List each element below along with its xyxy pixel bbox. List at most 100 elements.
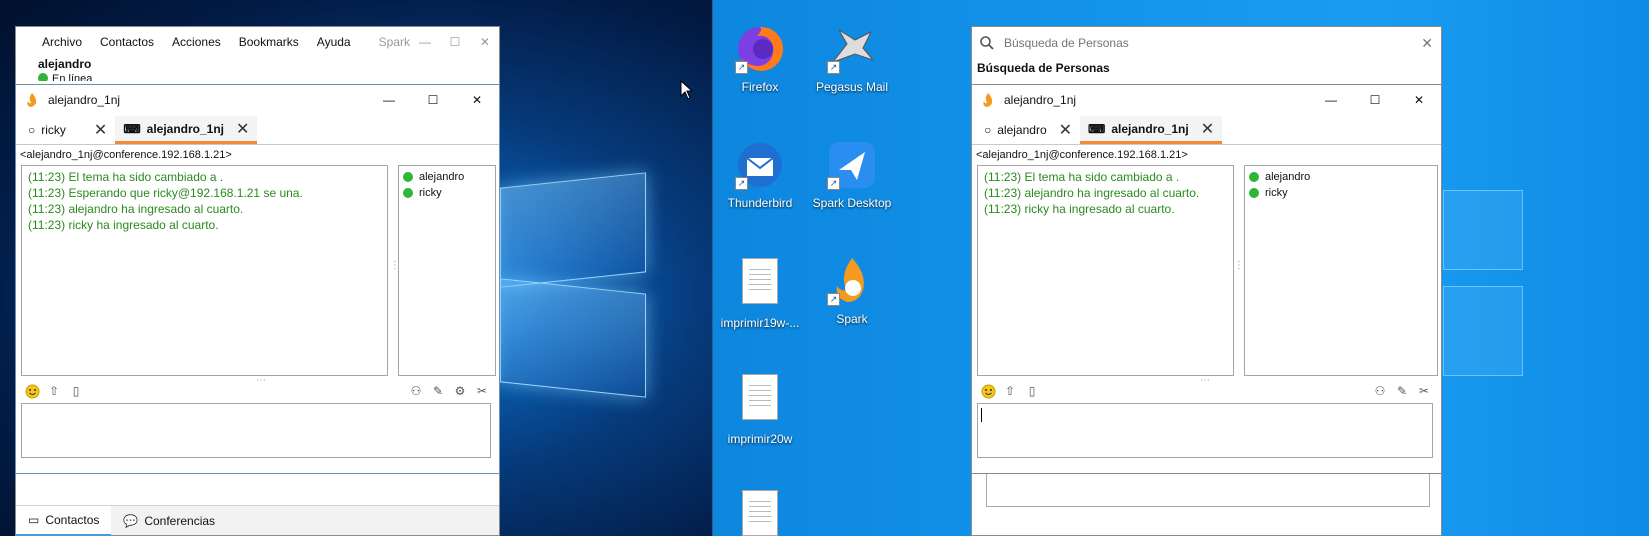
right-toolbar: ⚇ ✎ ⚙ ✂ xyxy=(408,381,490,401)
conference-icon: 💬 xyxy=(123,513,139,528)
occupant-name: alejandro xyxy=(419,171,465,183)
splitter-handle[interactable]: ⋯ xyxy=(256,375,266,386)
online-status-icon xyxy=(1249,172,1259,182)
clear-search-icon[interactable]: ✕ xyxy=(1421,35,1433,52)
offline-status-icon: ○ xyxy=(28,123,36,137)
document-icon xyxy=(733,374,787,428)
tab-label: Conferencias xyxy=(144,513,216,528)
splitter-handle[interactable]: ⋮ xyxy=(1234,260,1244,271)
right-chat-window: alejandro_1nj — ☐ ✕ ○ alejandro ✕ ⌨ alej… xyxy=(971,84,1442,474)
left-chat-window: alejandro_1nj — ☐ ✕ ○ ricky ✕ ⌨ alejandr… xyxy=(15,84,500,474)
desktop-icon-thunderbird[interactable]: ↗ Thunderbird xyxy=(715,138,805,210)
minimize-button[interactable]: — xyxy=(1309,85,1353,115)
close-tab-icon[interactable]: ✕ xyxy=(94,120,107,140)
chat-message: (11:23) alejandro ha ingresado al cuarto… xyxy=(984,186,1200,200)
occupant-name: alejandro xyxy=(1265,171,1311,183)
tab-label: alejandro_1nj xyxy=(146,121,225,136)
spark-flame-icon xyxy=(983,93,993,107)
chat-tabs: ○ alejandro ✕ ⌨ alejandro_1nj ✕ xyxy=(972,115,1441,145)
room-jid: <alejandro_1nj@conference.192.168.1.21> xyxy=(20,149,232,161)
upload-icon[interactable]: ⇧ xyxy=(46,383,62,399)
screenshot-icon[interactable]: ▯ xyxy=(1024,383,1040,399)
occupant-item[interactable]: ricky xyxy=(399,185,495,201)
menu-bookmarks[interactable]: Bookmarks xyxy=(239,35,299,49)
tab-label: alejandro xyxy=(997,123,1047,137)
spark-flame-icon xyxy=(27,93,37,107)
right-toolbar: ⚇ ✎ ✂ xyxy=(1372,381,1432,401)
firefox-icon: ↗ xyxy=(733,22,787,76)
windows-logo-pane xyxy=(1443,190,1523,270)
screenshot-icon[interactable]: ▯ xyxy=(68,383,84,399)
menu-ayuda[interactable]: Ayuda xyxy=(317,35,351,49)
disconnect-icon[interactable]: ✂ xyxy=(474,383,490,399)
occupant-item[interactable]: ricky xyxy=(1245,185,1437,201)
tab-alejandro[interactable]: ○ alejandro ✕ xyxy=(976,116,1080,144)
menu-contactos[interactable]: Contactos xyxy=(100,35,154,49)
close-tab-icon[interactable]: ✕ xyxy=(236,119,249,139)
main-bottom-tabs: ▭ Contactos 💬 Conferencias xyxy=(16,505,499,536)
minimize-button[interactable]: — xyxy=(410,27,440,57)
maximize-button[interactable]: ☐ xyxy=(411,85,455,115)
occupant-item[interactable]: alejandro xyxy=(399,169,495,185)
chat-titlebar: alejandro_1nj — ☐ ✕ xyxy=(16,85,499,115)
tab-ricky[interactable]: ○ ricky ✕ xyxy=(20,116,115,144)
window-title: alejandro_1nj xyxy=(1004,93,1077,107)
edit-subject-icon[interactable]: ✎ xyxy=(430,383,446,399)
close-button[interactable]: ✕ xyxy=(1397,85,1441,115)
occupant-item[interactable]: alejandro xyxy=(1245,169,1437,185)
invite-user-icon[interactable]: ⚇ xyxy=(1372,383,1388,399)
maximize-button[interactable]: ☐ xyxy=(1353,85,1397,115)
splitter-handle[interactable]: ⋯ xyxy=(1200,375,1210,386)
minimize-button[interactable]: — xyxy=(367,85,411,115)
emoji-icon[interactable] xyxy=(24,383,40,399)
occupant-name: ricky xyxy=(1265,187,1288,199)
close-button[interactable]: ✕ xyxy=(455,85,499,115)
settings-gear-icon[interactable]: ⚙ xyxy=(452,383,468,399)
close-tab-icon[interactable]: ✕ xyxy=(1201,119,1214,139)
occupant-list: alejandro ricky xyxy=(398,165,496,376)
tab-label: alejandro_1nj xyxy=(1111,121,1189,136)
desktop-icon-label: Firefox xyxy=(741,80,779,94)
desktop-icon-firefox[interactable]: ↗ Firefox xyxy=(715,22,805,94)
message-input[interactable] xyxy=(977,403,1433,458)
room-jid: <alejandro_1nj@conference.192.168.1.21> xyxy=(976,149,1188,161)
message-input[interactable] xyxy=(21,403,491,458)
desktop-icon-imprimir19w[interactable]: imprimir19w-... xyxy=(715,254,805,330)
close-tab-icon[interactable]: ✕ xyxy=(1059,120,1072,140)
tab-conferencias[interactable]: 💬 Conferencias xyxy=(111,506,227,536)
tab-alejandro-1nj[interactable]: ⌨ alejandro_1nj ✕ xyxy=(115,116,258,144)
message-transcript[interactable]: (11:23) El tema ha sido cambiado a . (11… xyxy=(977,165,1234,376)
desktop-icon-spark[interactable]: ↗ Spark xyxy=(807,254,897,326)
desktop-icon-pegasus-mail[interactable]: ↗ Pegasus Mail xyxy=(807,22,897,94)
desktop-icon-spark-desktop[interactable]: ↗ Spark Desktop xyxy=(807,138,897,210)
menu-acciones[interactable]: Acciones xyxy=(172,35,221,49)
desktop-icon-imprimir20w[interactable]: imprimir20w xyxy=(715,370,805,446)
desktop-icon-label: Thunderbird xyxy=(727,196,793,210)
disconnect-icon[interactable]: ✂ xyxy=(1416,383,1432,399)
spark-icon: ↗ xyxy=(825,254,879,308)
tab-contactos[interactable]: ▭ Contactos xyxy=(16,505,112,536)
chat-message: (11:23) El tema ha sido cambiado a . xyxy=(28,170,224,184)
search-icon xyxy=(980,36,994,50)
edit-subject-icon[interactable]: ✎ xyxy=(1394,383,1410,399)
mouse-cursor xyxy=(680,80,694,100)
desktop-icon-document[interactable] xyxy=(715,486,805,548)
search-input[interactable] xyxy=(1004,36,1412,50)
desktop-icon-label: imprimir20w xyxy=(727,432,793,446)
maximize-button[interactable]: ☐ xyxy=(440,27,470,57)
upload-icon[interactable]: ⇧ xyxy=(1002,383,1018,399)
close-button[interactable]: ✕ xyxy=(470,27,500,57)
contacts-icon: ▭ xyxy=(28,512,40,527)
tab-alejandro-1nj[interactable]: ⌨ alejandro_1nj ✕ xyxy=(1080,116,1223,144)
invite-user-icon[interactable]: ⚇ xyxy=(408,383,424,399)
menu-archivo[interactable]: Archivo xyxy=(42,35,82,49)
online-status-icon xyxy=(403,188,413,198)
chat-tabs: ○ ricky ✕ ⌨ alejandro_1nj ✕ xyxy=(16,115,499,145)
occupant-list: alejandro ricky xyxy=(1244,165,1438,376)
status-selector[interactable]: En línea xyxy=(16,73,499,81)
group-chat-icon: ⌨ xyxy=(123,121,141,136)
emoji-icon[interactable] xyxy=(980,383,996,399)
message-transcript[interactable]: (11:23) El tema ha sido cambiado a . (11… xyxy=(21,165,388,376)
document-icon xyxy=(733,258,787,312)
desktop-icon-label: Pegasus Mail xyxy=(815,80,889,94)
